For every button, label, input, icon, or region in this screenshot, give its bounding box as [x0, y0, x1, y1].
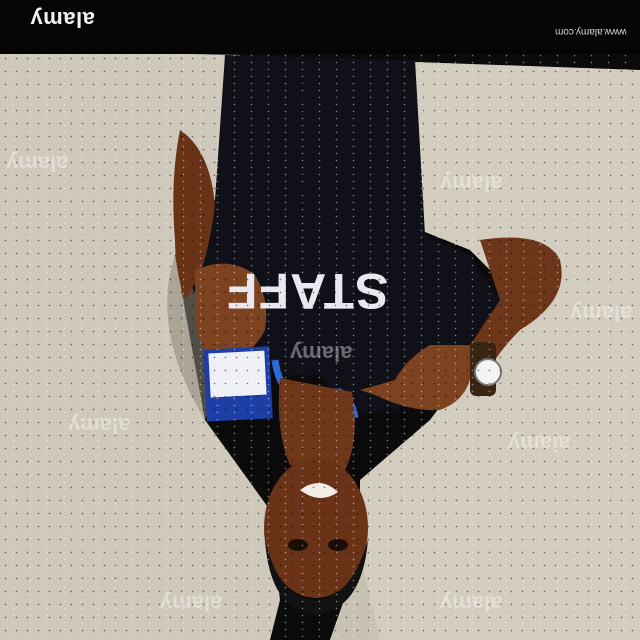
alamy-logo: alamy — [30, 7, 95, 32]
neck — [278, 378, 355, 470]
watermark: alamy — [160, 591, 223, 616]
watermark: alamy — [508, 431, 571, 456]
watermark: alamy — [440, 171, 503, 196]
watch-face — [474, 358, 502, 386]
photo — [0, 0, 640, 640]
watermark: alamy — [68, 413, 131, 438]
watermark: alamy — [6, 151, 69, 176]
top-banner — [0, 0, 640, 54]
eye-left — [288, 539, 308, 551]
watermark: alamy — [440, 591, 503, 616]
shirt-text: STAFF — [226, 263, 389, 319]
watermark: alamy — [290, 341, 353, 366]
photo-stage: STAFF alamy www.alamy.com alamy alamy al… — [0, 0, 640, 640]
alamy-url: www.alamy.com — [554, 26, 627, 37]
watermark: alamy — [570, 301, 633, 326]
eye-right — [328, 539, 348, 551]
